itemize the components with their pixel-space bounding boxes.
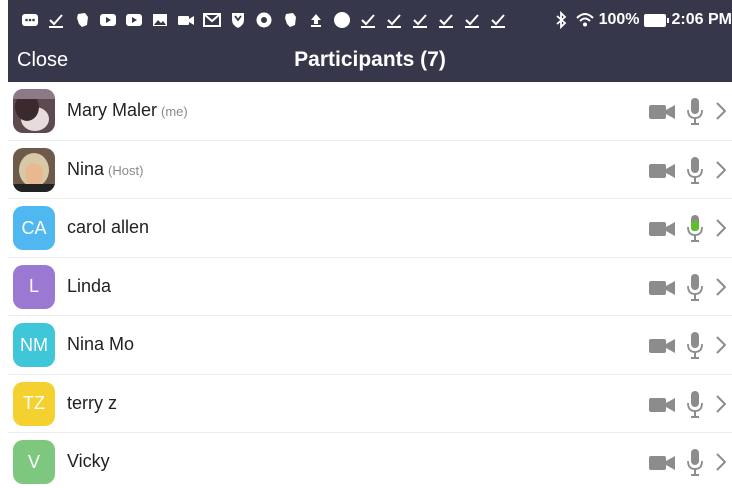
avatar — [13, 147, 55, 192]
participant-name-container: carol allen — [67, 217, 149, 238]
chrome-icon — [254, 10, 274, 30]
avatar — [13, 89, 55, 133]
check-icon — [358, 10, 378, 30]
participant-row[interactable]: CA carol allen — [8, 199, 732, 258]
participant-name: Mary Maler — [67, 100, 158, 120]
participant-name: carol allen — [67, 217, 150, 237]
participant-name: terry z — [67, 392, 118, 413]
chevron-right-icon[interactable] — [716, 219, 726, 237]
status-bar: 100% 2:06 PM — [8, 0, 732, 40]
battery-icon — [643, 13, 669, 27]
video-icon — [176, 10, 196, 30]
battery-percent: 100% — [598, 11, 640, 28]
shield-icon — [228, 10, 248, 30]
image-icon — [150, 10, 170, 30]
chevron-right-icon[interactable] — [716, 336, 726, 354]
microphone-icon[interactable] — [687, 98, 703, 125]
youtube-icon — [98, 10, 118, 30]
notification-icons — [20, 9, 514, 31]
microphone-icon[interactable] — [687, 390, 703, 418]
participant-row[interactable]: Nina (Host) — [8, 140, 732, 199]
participant-row[interactable]: L Linda — [8, 257, 732, 316]
participant-name-container: Mary Maler (me) — [67, 100, 188, 121]
evernote-icon — [280, 10, 300, 30]
chevron-right-icon[interactable] — [716, 453, 726, 471]
participant-row[interactable]: Mary Maler (me) — [8, 82, 732, 141]
check-icon — [46, 10, 66, 30]
check-icon — [384, 10, 404, 30]
participant-tag: (me) — [161, 104, 188, 119]
check-icon — [410, 10, 430, 30]
more-icon — [20, 10, 40, 30]
check-icon — [436, 10, 456, 30]
clock: 2:06 PM — [671, 11, 732, 28]
video-camera-icon[interactable] — [649, 397, 675, 413]
participant-name: Nina Mo — [67, 334, 135, 354]
system-status: 100% 2:06 PM — [551, 9, 732, 31]
microphone-icon[interactable] — [687, 215, 703, 242]
avatar: V — [13, 440, 55, 484]
video-camera-icon[interactable] — [649, 338, 675, 354]
microphone-icon[interactable] — [687, 273, 703, 301]
avatar: L — [13, 264, 55, 309]
participant-name-container: Vicky — [67, 451, 110, 472]
microphone-icon[interactable] — [687, 332, 703, 359]
upload-icon — [306, 10, 326, 30]
header-bar: Close Participants (7) — [8, 40, 732, 82]
participant-row[interactable]: TZ terry z — [8, 374, 732, 433]
participant-row[interactable]: NM Nina Mo — [8, 316, 732, 375]
video-camera-icon[interactable] — [649, 455, 675, 471]
chevron-right-icon[interactable] — [716, 394, 726, 413]
bluetooth-icon — [551, 10, 571, 30]
participant-name: Vicky — [67, 451, 110, 471]
microphone-icon[interactable] — [687, 156, 703, 184]
check-icon — [488, 10, 508, 30]
wifi-icon — [575, 10, 595, 30]
chevron-right-icon[interactable] — [716, 277, 726, 296]
participant-name: Nina — [67, 158, 105, 179]
participant-tag: (Host) — [108, 162, 144, 178]
microphone-icon[interactable] — [687, 449, 703, 476]
chevron-right-icon[interactable] — [716, 102, 726, 120]
participant-row[interactable]: V Vicky — [8, 433, 732, 488]
circle-icon — [332, 10, 352, 30]
check-icon — [462, 10, 482, 30]
chevron-right-icon[interactable] — [716, 160, 726, 179]
video-camera-icon[interactable] — [649, 163, 675, 179]
participant-name-container: Nina Mo — [67, 334, 134, 355]
participant-name-container: terry z — [67, 393, 117, 414]
gmail-icon — [202, 10, 222, 30]
participant-name: Linda — [67, 275, 112, 296]
participant-name-container: Nina (Host) — [67, 159, 143, 180]
youtube-icon — [124, 10, 144, 30]
avatar: TZ — [13, 381, 55, 426]
video-camera-icon[interactable] — [649, 221, 675, 237]
participant-list: Mary Maler (me) Nina (Host) CA carol allen… — [8, 82, 732, 488]
video-camera-icon[interactable] — [649, 280, 675, 296]
participant-name-container: Linda — [67, 276, 111, 297]
avatar: CA — [13, 206, 55, 250]
avatar: NM — [13, 323, 55, 367]
page-title: Participants (7) — [294, 48, 446, 71]
evernote-icon — [72, 10, 92, 30]
video-camera-icon[interactable] — [649, 104, 675, 120]
